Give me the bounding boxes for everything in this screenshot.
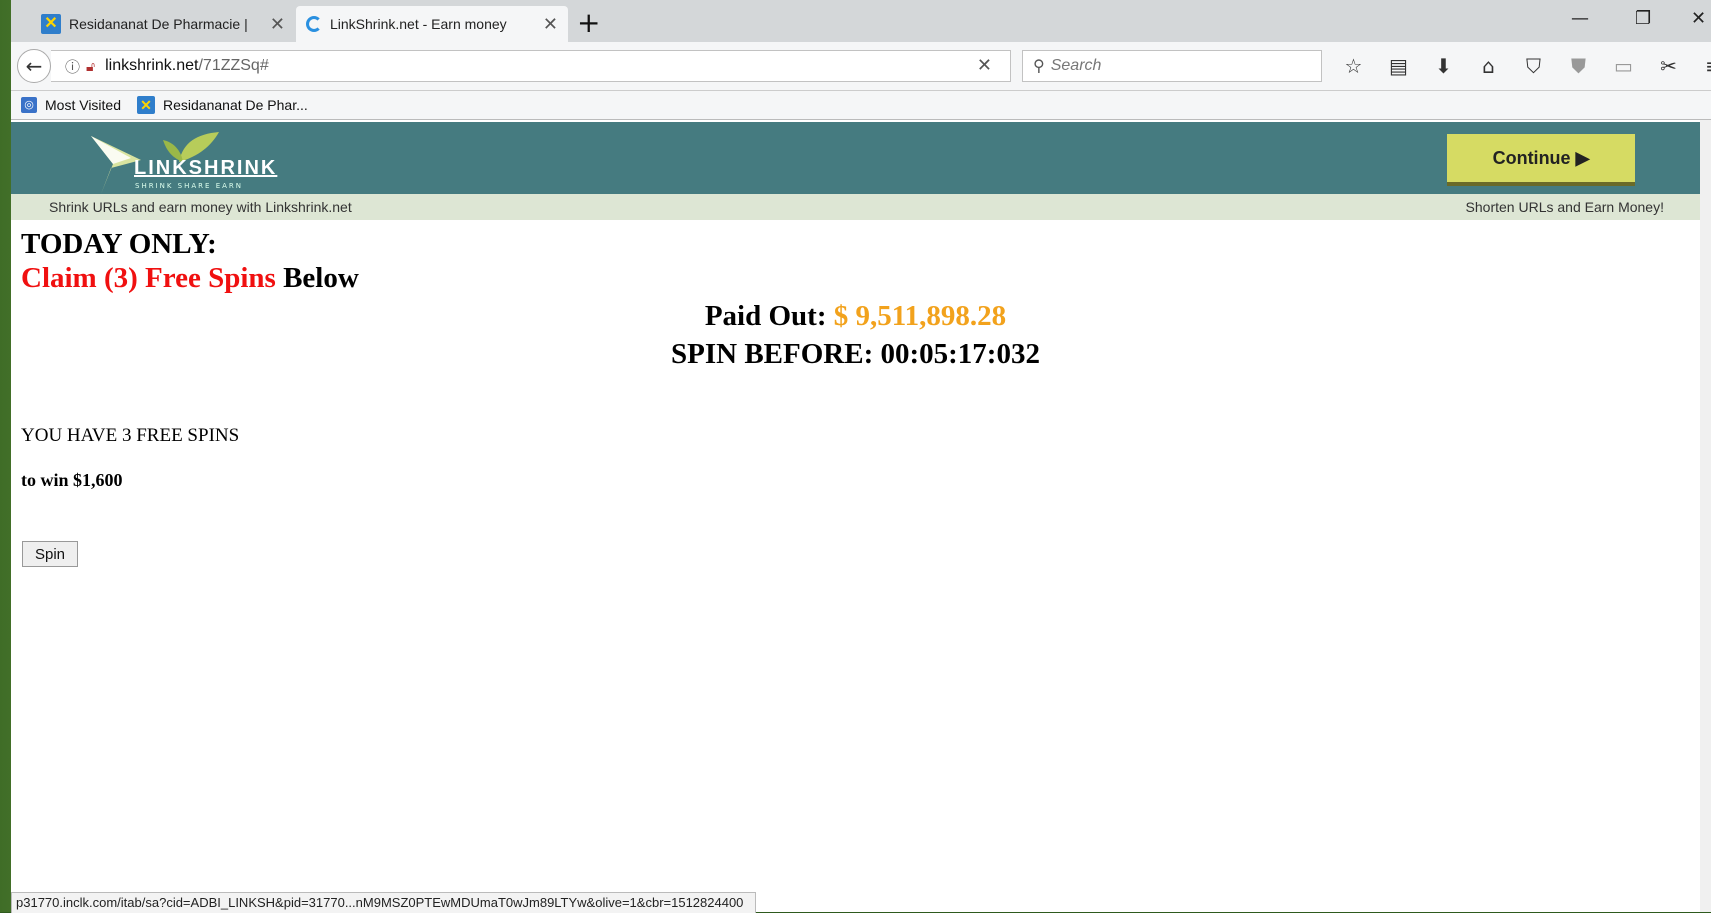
spin-button[interactable]: Spin <box>22 541 78 567</box>
tagline-right: Shorten URLs and Earn Money! <box>1465 199 1664 215</box>
url-host: linkshrink.net <box>105 57 199 74</box>
pocket-icon[interactable]: ⛉ <box>1511 54 1556 78</box>
home-icon[interactable]: ⌂ <box>1466 54 1511 78</box>
close-window-icon[interactable]: ✕ <box>1691 8 1706 29</box>
tagline-bar: Shrink URLs and earn money with Linkshri… <box>11 194 1700 220</box>
status-bar-url: p31770.inclk.com/itab/sa?cid=ADBI_LINKSH… <box>11 892 757 913</box>
menu-icon[interactable]: ≡ <box>1691 54 1711 78</box>
most-visited-icon: ◎ <box>21 97 37 113</box>
continue-button[interactable]: Continue ▶ <box>1447 134 1635 186</box>
site-header: LINKSHRINK SHRINK SHARE EARN Continue ▶ <box>11 122 1700 194</box>
url-bar[interactable]: ⓘ 🔓︎ linkshrink.net/71ZZSq# ✕ <box>51 50 1011 82</box>
new-tab-button[interactable]: + <box>577 8 600 38</box>
bookmark-label: Residananat De Phar... <box>163 97 308 113</box>
tab-linkshrink[interactable]: LinkShrink.net - Earn money ✕ <box>296 6 568 42</box>
close-tab-icon[interactable]: ✕ <box>543 14 558 35</box>
logo-tagline: SHRINK SHARE EARN <box>135 182 244 190</box>
search-input[interactable]: ⚲ Search <box>1022 50 1322 82</box>
page-content: LINKSHRINK SHRINK SHARE EARN Continue ▶ … <box>11 120 1711 912</box>
restore-icon[interactable]: ❐ <box>1635 8 1651 29</box>
claim-rest: Below <box>275 262 359 294</box>
toolbar: ☆ ▤ ⬇ ⌂ ⛉ ⛊ ▭ ✂ ≡ <box>1331 50 1711 82</box>
minimize-icon[interactable]: — <box>1571 8 1589 29</box>
tab-title: Residananat De Pharmacie | <box>69 16 248 32</box>
url-text: linkshrink.net/71ZZSq# <box>105 57 269 75</box>
claim-highlight: Claim (3) Free Spins <box>21 262 276 294</box>
pharmacie-favicon: ✕ <box>137 96 155 114</box>
search-placeholder: Search <box>1050 57 1102 74</box>
url-path: /71ZZSq# <box>198 57 269 74</box>
pharmacie-favicon: ✕ <box>41 14 61 34</box>
today-only-heading: TODAY ONLY: <box>21 228 217 260</box>
close-tab-icon[interactable]: ✕ <box>270 14 285 35</box>
navigation-bar: ← ⓘ 🔓︎ linkshrink.net/71ZZSq# ✕ ⚲ Search… <box>11 42 1711 91</box>
free-spins-text: YOU HAVE 3 FREE SPINS <box>21 425 240 446</box>
info-icon[interactable]: ⓘ <box>65 56 80 77</box>
loading-spinner-icon <box>306 16 322 32</box>
tab-residananat[interactable]: ✕ Residananat De Pharmacie | ✕ <box>31 6 295 42</box>
page-scrollbar[interactable] <box>1700 120 1711 912</box>
bookmark-star-icon[interactable]: ☆ <box>1331 54 1376 78</box>
download-icon[interactable]: ⬇ <box>1421 54 1466 78</box>
paid-amount: $ 9,511,898.28 <box>833 300 1007 332</box>
search-icon: ⚲ <box>1033 58 1045 75</box>
bookmark-label: Most Visited <box>45 97 121 113</box>
shield-icon[interactable]: ⛊ <box>1556 54 1601 78</box>
back-button[interactable]: ← <box>17 49 51 83</box>
tagline-left: Shrink URLs and earn money with Linkshri… <box>49 199 352 215</box>
paid-label: Paid Out: <box>704 300 834 332</box>
clear-url-icon[interactable]: ✕ <box>977 55 992 76</box>
page-icon[interactable]: ▭ <box>1601 54 1646 78</box>
paid-out-line: Paid Out: $ 9,511,898.28 <box>11 300 1700 333</box>
bookmark-most-visited[interactable]: ◎ Most Visited <box>21 97 121 113</box>
logo-text: LINKSHRINK <box>134 157 278 179</box>
prize-text: to win $1,600 <box>21 470 123 490</box>
bookmarks-bar: ◎ Most Visited ✕ Residananat De Phar... <box>11 91 1711 120</box>
tab-title: LinkShrink.net - Earn money <box>330 16 507 32</box>
browser-window: ✕ Residananat De Pharmacie | ✕ LinkShrin… <box>11 0 1711 913</box>
bookmark-residananat[interactable]: ✕ Residananat De Phar... <box>137 96 308 114</box>
spin-countdown: SPIN BEFORE: 00:05:17:032 <box>671 338 1040 370</box>
claim-heading: Claim (3) Free Spins Below <box>21 262 359 295</box>
insecure-lock-icon: 🔓︎ <box>86 57 96 74</box>
reader-list-icon[interactable]: ▤ <box>1376 54 1421 78</box>
tab-strip: ✕ Residananat De Pharmacie | ✕ LinkShrin… <box>11 0 1711 42</box>
extension-icon[interactable]: ✂ <box>1646 54 1691 78</box>
